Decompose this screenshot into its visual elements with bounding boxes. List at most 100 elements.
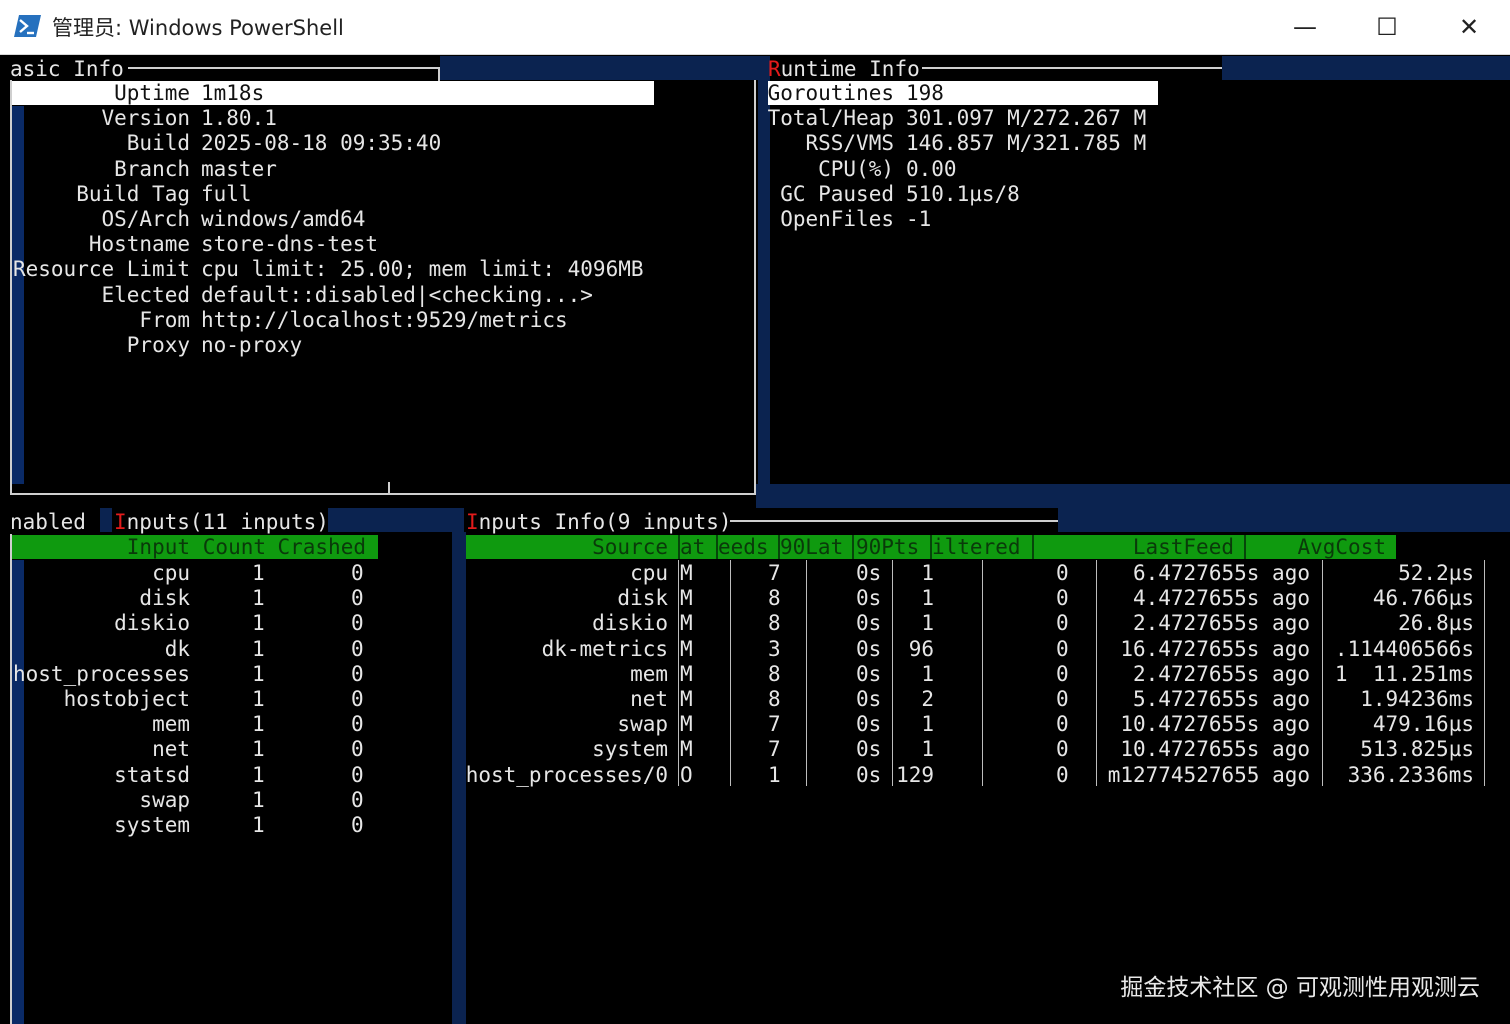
p90-latency: 0s	[856, 737, 882, 762]
p90-points: 1	[921, 737, 934, 762]
info-value: full	[201, 181, 252, 206]
info-key: OS/Arch	[101, 207, 190, 231]
last-feed: 16.4727655s ago	[1120, 636, 1310, 661]
info-key: Branch	[114, 156, 190, 181]
info-value: default::disabled|<checking...>	[201, 282, 593, 307]
maximize-button[interactable]: ☐	[1346, 0, 1428, 54]
runtime-value: 301.097 M/272.267 M	[906, 106, 1147, 131]
column-separator	[982, 560, 983, 786]
column-separator	[806, 560, 807, 786]
source-name: swap	[617, 712, 668, 737]
input-crashed: 0	[351, 586, 364, 611]
feeds: 8	[768, 687, 781, 711]
runtime-value: 198	[906, 81, 944, 105]
input-count: 1	[252, 687, 265, 711]
info-value: 1.80.1	[201, 106, 277, 131]
input-name: host_processes	[12, 661, 190, 686]
input-crashed: 0	[351, 712, 364, 737]
feeds: 7	[768, 712, 781, 737]
last-feed: 10.4727655s ago	[1120, 737, 1310, 762]
header-divider	[716, 535, 718, 559]
input-crashed: 0	[351, 787, 364, 812]
tab-inputs[interactable]: Inputs(11 inputs)	[114, 510, 329, 535]
p90-points: 1	[921, 586, 934, 611]
info-key: Build	[126, 131, 190, 156]
runtime-key: Goroutines	[767, 81, 894, 105]
header-divider	[1032, 535, 1034, 559]
powershell-icon	[14, 15, 41, 37]
runtime-key: CPU(%)	[818, 156, 894, 181]
filtered: 0	[1056, 737, 1069, 762]
source-name: cpu	[630, 561, 668, 585]
tab-enabled[interactable]: nabled	[10, 510, 86, 535]
last-feed: 2.4727655s ago	[1132, 611, 1310, 636]
input-name: cpu	[152, 561, 190, 585]
source-name: dk-metrics	[541, 636, 668, 661]
p90-latency: 0s	[856, 636, 882, 661]
input-crashed: 0	[351, 611, 364, 636]
inputs-info-column-header: LastFeed	[1132, 535, 1234, 559]
p90-latency: 0s	[856, 712, 882, 737]
feeds: 8	[768, 611, 781, 636]
runtime-value: -1	[906, 207, 932, 231]
header-divider	[930, 535, 932, 559]
info-key: Version	[101, 106, 190, 131]
runtime-info-title: Runtime Info	[768, 57, 920, 81]
last-feed: 5.4727655s ago	[1132, 687, 1310, 711]
input-count: 1	[252, 712, 265, 737]
runtime-value: 510.1µs/8	[906, 181, 1020, 206]
info-value: master	[201, 156, 277, 181]
input-name: diskio	[114, 611, 190, 636]
minimize-button[interactable]: —	[1264, 0, 1346, 54]
p90-points: 1	[921, 712, 934, 737]
runtime-value: 146.857 M/321.785 M	[906, 131, 1147, 156]
info-value: http://localhost:9529/metrics	[201, 307, 568, 332]
category: M	[680, 737, 693, 762]
inputs-info-column-header: 90Lat	[780, 535, 844, 559]
input-name: dk	[164, 636, 190, 661]
header-divider	[852, 535, 854, 559]
p90-points: 1	[921, 661, 934, 686]
info-value: store-dns-test	[201, 232, 379, 257]
runtime-value: 0.00	[906, 156, 957, 181]
source-name: net	[630, 687, 668, 711]
inputs-info-title: Inputs Info(9 inputs)	[466, 510, 732, 534]
p90-points: 1	[921, 611, 934, 636]
feeds: 1	[768, 762, 781, 787]
source-name: host_processes/0	[465, 762, 668, 787]
category: O	[680, 762, 693, 787]
inputs-info-column-header: Source	[592, 535, 668, 559]
avg-cost: .114406566s	[1334, 636, 1474, 661]
avg-cost: 26.8µs	[1398, 611, 1474, 636]
p90-latency: 0s	[856, 611, 882, 636]
pane-divider	[756, 484, 1510, 508]
filtered: 0	[1056, 611, 1069, 636]
info-key: Hostname	[88, 232, 190, 257]
input-count: 1	[252, 762, 265, 787]
input-count: 1	[252, 737, 265, 762]
p90-points: 129	[896, 762, 934, 787]
filtered: 0	[1056, 687, 1069, 711]
inputs-info-column-header: at	[680, 535, 706, 559]
runtime-key: Total/Heap	[767, 106, 894, 131]
header-divider	[678, 535, 680, 559]
header-strip	[1222, 56, 1510, 80]
input-name: statsd	[114, 762, 190, 787]
info-value: no-proxy	[201, 333, 303, 357]
input-crashed: 0	[351, 561, 364, 585]
info-key: Resource Limit	[12, 257, 190, 282]
last-feed: 4.4727655s ago	[1132, 586, 1310, 611]
header-strip	[440, 56, 762, 80]
input-count: 1	[252, 561, 265, 585]
inputs-info-column-header: AvgCost	[1297, 535, 1386, 559]
last-feed: 6.4727655s ago	[1132, 561, 1310, 585]
close-button[interactable]: ✕	[1428, 0, 1510, 54]
header-strip	[328, 508, 464, 532]
avg-cost: 52.2µs	[1398, 561, 1474, 585]
feeds: 7	[768, 561, 781, 585]
avg-cost: 336.2336ms	[1347, 762, 1474, 787]
info-value: 1m18s	[201, 81, 265, 105]
avg-cost: 1 11.251ms	[1334, 661, 1474, 686]
inputs-column-header: Crashed	[277, 535, 366, 559]
avg-cost: 1.94236ms	[1360, 687, 1474, 711]
